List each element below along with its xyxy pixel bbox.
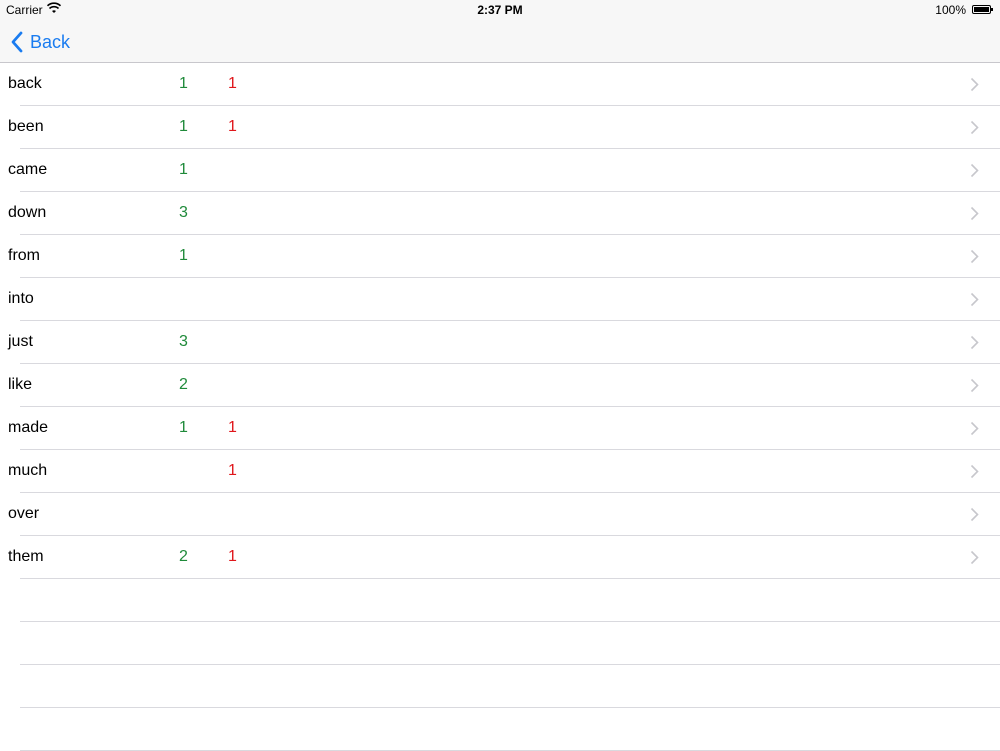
- red-count: 1: [228, 548, 237, 565]
- row-word: been: [8, 118, 44, 135]
- chevron-right-icon: [970, 550, 979, 565]
- back-button-label: Back: [30, 31, 71, 52]
- green-count: 1: [179, 161, 188, 178]
- table-row[interactable]: down 3: [0, 192, 1000, 235]
- green-count: 1: [179, 419, 188, 436]
- battery-percentage: 100%: [935, 3, 966, 17]
- row-word: down: [8, 204, 47, 221]
- row-word: back: [8, 75, 42, 92]
- row-word: came: [8, 161, 48, 178]
- chevron-right-icon: [970, 249, 979, 264]
- empty-row: [0, 622, 1000, 665]
- status-time: 2:37 PM: [477, 3, 523, 17]
- chevron-right-icon: [970, 77, 979, 92]
- status-bar: Carrier 2:37 PM 100%: [0, 0, 1000, 20]
- table-row[interactable]: over: [0, 493, 1000, 536]
- back-button[interactable]: Back: [10, 29, 70, 55]
- table-row[interactable]: been 1 1: [0, 106, 1000, 149]
- table-row[interactable]: from 1: [0, 235, 1000, 278]
- green-count: 3: [179, 204, 188, 221]
- navigation-bar: Carrier 2:37 PM 100% Back: [0, 0, 1000, 63]
- word-list: back 1 1 been 1 1 came 1 down 3 from 1 i…: [0, 63, 1000, 751]
- chevron-right-icon: [970, 292, 979, 307]
- red-count: 1: [228, 419, 237, 436]
- chevron-right-icon: [970, 206, 979, 221]
- red-count: 1: [228, 118, 237, 135]
- table-row[interactable]: made 1 1: [0, 407, 1000, 450]
- row-word: them: [8, 548, 44, 565]
- table-row[interactable]: much 1: [0, 450, 1000, 493]
- battery-icon: [972, 5, 994, 14]
- red-count: 1: [228, 75, 237, 92]
- empty-row: [0, 665, 1000, 708]
- table-row[interactable]: them 2 1: [0, 536, 1000, 579]
- green-count: 3: [179, 333, 188, 350]
- table-row[interactable]: into: [0, 278, 1000, 321]
- chevron-right-icon: [970, 378, 979, 393]
- row-word: over: [8, 505, 40, 522]
- row-word: just: [8, 333, 33, 350]
- red-count: 1: [228, 462, 237, 479]
- table-row[interactable]: back 1 1: [0, 63, 1000, 106]
- chevron-right-icon: [970, 335, 979, 350]
- table-row[interactable]: came 1: [0, 149, 1000, 192]
- chevron-right-icon: [970, 507, 979, 522]
- row-word: made: [8, 419, 49, 436]
- table-row[interactable]: like 2: [0, 364, 1000, 407]
- chevron-right-icon: [970, 421, 979, 436]
- chevron-left-icon: [11, 31, 23, 53]
- green-count: 1: [179, 247, 188, 264]
- table-row[interactable]: just 3: [0, 321, 1000, 364]
- green-count: 2: [179, 376, 188, 393]
- chevron-right-icon: [970, 120, 979, 135]
- empty-row: [0, 579, 1000, 622]
- chevron-right-icon: [970, 163, 979, 178]
- row-word: into: [8, 290, 34, 307]
- chevron-right-icon: [970, 464, 979, 479]
- empty-row: [0, 708, 1000, 751]
- row-word: like: [8, 376, 33, 393]
- green-count: 1: [179, 75, 188, 92]
- row-word: from: [8, 247, 40, 264]
- green-count: 1: [179, 118, 188, 135]
- row-word: much: [8, 462, 48, 479]
- green-count: 2: [179, 548, 188, 565]
